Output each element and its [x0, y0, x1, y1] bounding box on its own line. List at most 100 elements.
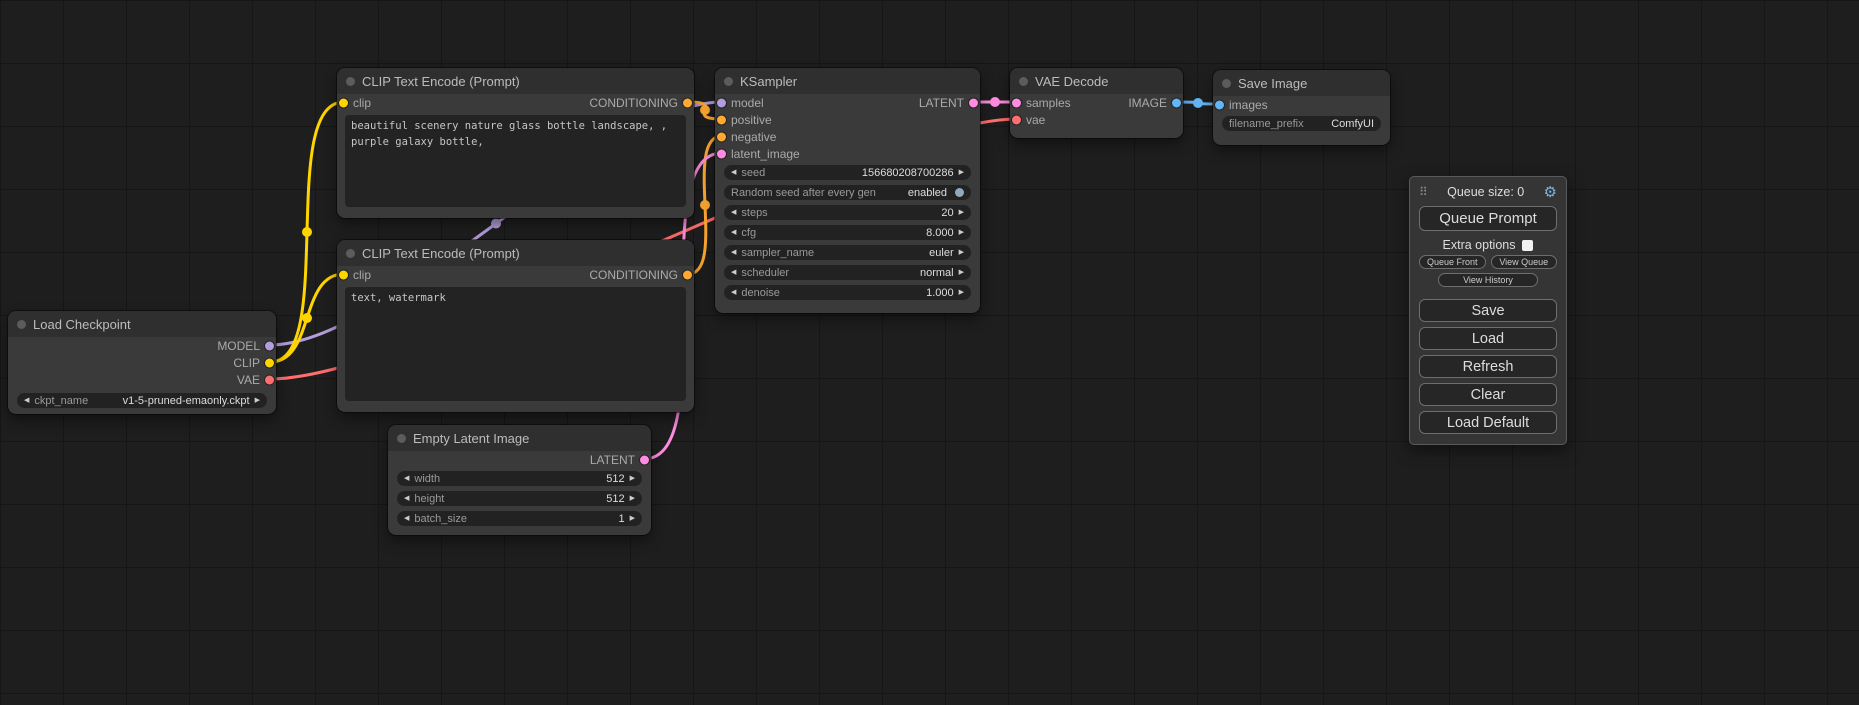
queue-prompt-button[interactable]: Queue Prompt: [1419, 206, 1557, 231]
stepper-left-arrow-icon[interactable]: [24, 393, 29, 408]
node-empty-latent-image[interactable]: Empty Latent Image LATENT width 512 heig…: [388, 425, 651, 535]
steps-stepper-widget[interactable]: steps 20: [724, 205, 971, 220]
input-slot-clip[interactable]: [339, 98, 348, 107]
stepper-left-arrow-icon[interactable]: [731, 265, 736, 280]
slot-row: negative: [715, 128, 980, 145]
collapse-dot-icon[interactable]: [397, 434, 406, 443]
collapse-dot-icon[interactable]: [346, 77, 355, 86]
node-ksampler[interactable]: KSampler model LATENT positive negative …: [715, 68, 980, 313]
node-vae-decode[interactable]: VAE Decode samples IMAGE vae: [1010, 68, 1183, 138]
height-stepper-widget[interactable]: height 512: [397, 491, 642, 506]
node-save-image[interactable]: Save Image images filename_prefix ComfyU…: [1213, 70, 1390, 145]
settings-gear-icon[interactable]: [1544, 183, 1557, 201]
output-slot-conditioning[interactable]: [683, 270, 692, 279]
output-slot-latent[interactable]: [969, 98, 978, 107]
random-seed-toggle-widget[interactable]: Random seed after every gen enabled: [724, 185, 971, 200]
widget-value: 20: [941, 207, 953, 219]
stepper-right-arrow-icon[interactable]: [255, 393, 260, 408]
view-history-button[interactable]: View History: [1438, 273, 1537, 287]
stepper-left-arrow-icon[interactable]: [404, 471, 409, 486]
node-title-bar[interactable]: CLIP Text Encode (Prompt): [337, 68, 694, 94]
stepper-right-arrow-icon[interactable]: [630, 471, 635, 486]
input-slot-samples[interactable]: [1012, 98, 1021, 107]
widget-label: ckpt_name: [34, 395, 88, 407]
negative-prompt-textarea[interactable]: text, watermark: [345, 287, 686, 401]
output-slot-latent[interactable]: [640, 455, 649, 464]
stepper-left-arrow-icon[interactable]: [404, 511, 409, 526]
stepper-right-arrow-icon[interactable]: [630, 511, 635, 526]
collapse-dot-icon[interactable]: [724, 77, 733, 86]
stepper-right-arrow-icon[interactable]: [959, 225, 964, 240]
node-title-bar[interactable]: Empty Latent Image: [388, 425, 651, 451]
node-clip-text-encode-negative[interactable]: CLIP Text Encode (Prompt) clip CONDITION…: [337, 240, 694, 412]
positive-prompt-textarea[interactable]: beautiful scenery nature glass bottle la…: [345, 115, 686, 207]
output-slot-vae[interactable]: [265, 375, 274, 384]
node-title-bar[interactable]: Load Checkpoint: [8, 311, 276, 337]
input-slot-negative[interactable]: [717, 132, 726, 141]
queue-front-button[interactable]: Queue Front: [1419, 255, 1486, 269]
input-slot-vae[interactable]: [1012, 115, 1021, 124]
seed-stepper-widget[interactable]: seed 156680208700286: [724, 165, 971, 180]
extra-options-row: Extra options: [1419, 238, 1557, 252]
filename-prefix-text-widget[interactable]: filename_prefix ComfyUI: [1222, 116, 1381, 131]
save-button[interactable]: Save: [1419, 299, 1557, 322]
load-button[interactable]: Load: [1419, 327, 1557, 350]
stepper-left-arrow-icon[interactable]: [731, 245, 736, 260]
refresh-button[interactable]: Refresh: [1419, 355, 1557, 378]
collapse-dot-icon[interactable]: [17, 320, 26, 329]
stepper-right-arrow-icon[interactable]: [959, 165, 964, 180]
output-slot-model[interactable]: [265, 341, 274, 350]
stepper-left-arrow-icon[interactable]: [731, 225, 736, 240]
toggle-indicator-icon[interactable]: [955, 188, 964, 197]
stepper-right-arrow-icon[interactable]: [959, 285, 964, 300]
slot-row: images: [1213, 96, 1390, 113]
stepper-left-arrow-icon[interactable]: [404, 491, 409, 506]
slot-row: clip CONDITIONING: [337, 94, 694, 111]
input-slot-latent-image[interactable]: [717, 149, 726, 158]
stepper-right-arrow-icon[interactable]: [630, 491, 635, 506]
output-slot-conditioning[interactable]: [683, 98, 692, 107]
node-title-bar[interactable]: Save Image: [1213, 70, 1390, 96]
scheduler-combo-widget[interactable]: scheduler normal: [724, 265, 971, 280]
output-slot-clip[interactable]: [265, 358, 274, 367]
input-slot-images[interactable]: [1215, 100, 1224, 109]
input-slot-positive[interactable]: [717, 115, 726, 124]
node-clip-text-encode-positive[interactable]: CLIP Text Encode (Prompt) clip CONDITION…: [337, 68, 694, 218]
input-slot-clip[interactable]: [339, 270, 348, 279]
widget-value: 8.000: [926, 227, 954, 239]
stepper-left-arrow-icon[interactable]: [731, 165, 736, 180]
batch-size-stepper-widget[interactable]: batch_size 1: [397, 511, 642, 526]
slot-row: latent_image: [715, 145, 980, 162]
clear-button[interactable]: Clear: [1419, 383, 1557, 406]
stepper-left-arrow-icon[interactable]: [731, 205, 736, 220]
input-slot-model[interactable]: [717, 98, 726, 107]
link-midpoint-dot: [990, 97, 1000, 107]
widget-label: cfg: [741, 227, 756, 239]
output-row-latent: LATENT: [388, 451, 651, 468]
node-title: KSampler: [740, 74, 797, 89]
stepper-right-arrow-icon[interactable]: [959, 245, 964, 260]
link-midpoint-dot: [491, 219, 501, 229]
drag-handle-icon[interactable]: [1419, 185, 1428, 199]
collapse-dot-icon[interactable]: [1222, 79, 1231, 88]
view-queue-button[interactable]: View Queue: [1491, 255, 1558, 269]
node-graph-canvas[interactable]: Load Checkpoint MODEL CLIP VAE ckpt_name…: [0, 0, 1859, 705]
stepper-left-arrow-icon[interactable]: [731, 285, 736, 300]
slot-row: clip CONDITIONING: [337, 266, 694, 283]
node-title-bar[interactable]: KSampler: [715, 68, 980, 94]
node-title-bar[interactable]: VAE Decode: [1010, 68, 1183, 94]
node-title-bar[interactable]: CLIP Text Encode (Prompt): [337, 240, 694, 266]
ckpt-name-combo-widget[interactable]: ckpt_name v1-5-pruned-emaonly.ckpt: [17, 393, 267, 408]
stepper-right-arrow-icon[interactable]: [959, 205, 964, 220]
width-stepper-widget[interactable]: width 512: [397, 471, 642, 486]
denoise-stepper-widget[interactable]: denoise 1.000: [724, 285, 971, 300]
collapse-dot-icon[interactable]: [1019, 77, 1028, 86]
load-default-button[interactable]: Load Default: [1419, 411, 1557, 434]
node-load-checkpoint[interactable]: Load Checkpoint MODEL CLIP VAE ckpt_name…: [8, 311, 276, 414]
stepper-right-arrow-icon[interactable]: [959, 265, 964, 280]
extra-options-checkbox[interactable]: [1522, 240, 1533, 251]
cfg-stepper-widget[interactable]: cfg 8.000: [724, 225, 971, 240]
sampler-name-combo-widget[interactable]: sampler_name euler: [724, 245, 971, 260]
output-slot-image[interactable]: [1172, 98, 1181, 107]
collapse-dot-icon[interactable]: [346, 249, 355, 258]
